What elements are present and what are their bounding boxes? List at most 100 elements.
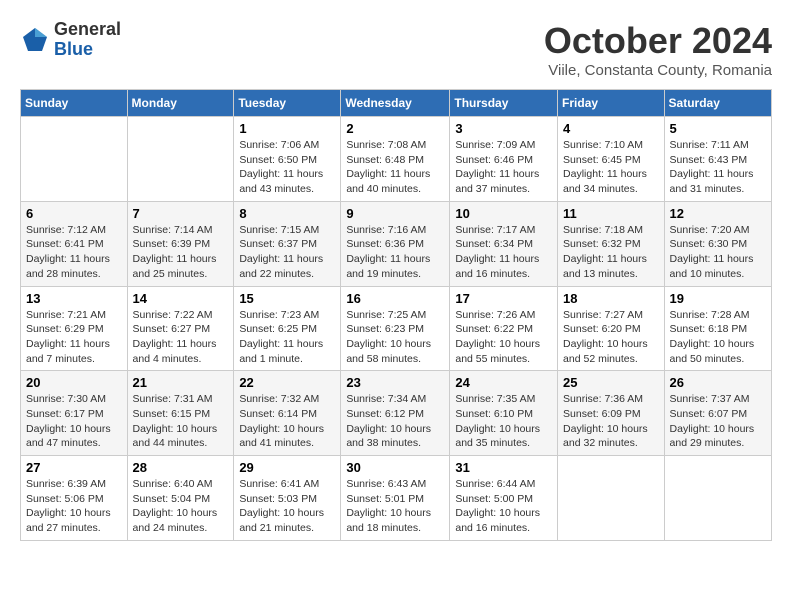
day-info: Sunrise: 6:43 AM Sunset: 5:01 PM Dayligh… <box>346 477 444 536</box>
day-info: Sunrise: 7:14 AM Sunset: 6:39 PM Dayligh… <box>133 223 229 282</box>
calendar-table: Sunday Monday Tuesday Wednesday Thursday… <box>20 89 772 541</box>
day-number: 17 <box>455 291 552 306</box>
table-row: 7 Sunrise: 7:14 AM Sunset: 6:39 PM Daylig… <box>127 201 234 286</box>
day-info: Sunrise: 7:10 AM Sunset: 6:45 PM Dayligh… <box>563 138 659 197</box>
day-info: Sunrise: 7:36 AM Sunset: 6:09 PM Dayligh… <box>563 392 659 451</box>
calendar-week-row: 27 Sunrise: 6:39 AM Sunset: 5:06 PM Dayli… <box>21 456 772 541</box>
table-row: 19 Sunrise: 7:28 AM Sunset: 6:18 PM Dayli… <box>664 286 771 371</box>
day-number: 26 <box>670 375 766 390</box>
day-info: Sunrise: 7:22 AM Sunset: 6:27 PM Dayligh… <box>133 308 229 367</box>
table-row: 16Sunrise: 7:25 AM Sunset: 6:23 PM Dayli… <box>341 286 450 371</box>
day-info: Sunrise: 7:23 AM Sunset: 6:25 PM Dayligh… <box>239 308 335 367</box>
day-info: Sunrise: 7:17 AM Sunset: 6:34 PM Dayligh… <box>455 223 552 282</box>
table-row: 5Sunrise: 7:11 AM Sunset: 6:43 PM Daylig… <box>664 117 771 202</box>
day-info: Sunrise: 7:20 AM Sunset: 6:30 PM Dayligh… <box>670 223 766 282</box>
table-row <box>558 456 665 541</box>
day-number: 1 <box>239 121 335 136</box>
day-info: Sunrise: 7:31 AM Sunset: 6:15 PM Dayligh… <box>133 392 229 451</box>
day-number: 12 <box>670 206 766 221</box>
table-row: 23 Sunrise: 7:34 AM Sunset: 6:12 PM Dayli… <box>341 371 450 456</box>
day-info: Sunrise: 7:12 AM Sunset: 6:41 PM Dayligh… <box>26 223 122 282</box>
day-info: Sunrise: 7:09 AM Sunset: 6:46 PM Dayligh… <box>455 138 552 197</box>
table-row: 25 Sunrise: 7:36 AM Sunset: 6:09 PM Dayli… <box>558 371 665 456</box>
table-row: 24 Sunrise: 7:35 AM Sunset: 6:10 PM Dayli… <box>450 371 558 456</box>
table-row: 3Sunrise: 7:09 AM Sunset: 6:46 PM Daylig… <box>450 117 558 202</box>
day-info: Sunrise: 7:18 AM Sunset: 6:32 PM Dayligh… <box>563 223 659 282</box>
day-info: Sunrise: 7:16 AM Sunset: 6:36 PM Dayligh… <box>346 223 444 282</box>
calendar-week-row: 6 Sunrise: 7:12 AM Sunset: 6:41 PM Daylig… <box>21 201 772 286</box>
table-row: 4 Sunrise: 7:10 AM Sunset: 6:45 PM Daylig… <box>558 117 665 202</box>
table-row: 11 Sunrise: 7:18 AM Sunset: 6:32 PM Dayli… <box>558 201 665 286</box>
calendar-week-row: 13Sunrise: 7:21 AM Sunset: 6:29 PM Dayli… <box>21 286 772 371</box>
day-number: 28 <box>133 460 229 475</box>
day-info: Sunrise: 7:27 AM Sunset: 6:20 PM Dayligh… <box>563 308 659 367</box>
day-number: 10 <box>455 206 552 221</box>
table-row: 9 Sunrise: 7:16 AM Sunset: 6:36 PM Daylig… <box>341 201 450 286</box>
day-number: 4 <box>563 121 659 136</box>
table-row <box>21 117 128 202</box>
day-info: Sunrise: 7:21 AM Sunset: 6:29 PM Dayligh… <box>26 308 122 367</box>
logo-general: General <box>54 20 121 40</box>
logo-icon <box>20 25 50 55</box>
table-row: 15 Sunrise: 7:23 AM Sunset: 6:25 PM Dayli… <box>234 286 341 371</box>
day-info: Sunrise: 7:37 AM Sunset: 6:07 PM Dayligh… <box>670 392 766 451</box>
table-row: 26 Sunrise: 7:37 AM Sunset: 6:07 PM Dayli… <box>664 371 771 456</box>
day-info: Sunrise: 7:06 AM Sunset: 6:50 PM Dayligh… <box>239 138 335 197</box>
header-monday: Monday <box>127 90 234 117</box>
day-number: 16 <box>346 291 444 306</box>
calendar-week-row: 1 Sunrise: 7:06 AM Sunset: 6:50 PM Daylig… <box>21 117 772 202</box>
calendar-header-row: Sunday Monday Tuesday Wednesday Thursday… <box>21 90 772 117</box>
day-info: Sunrise: 6:39 AM Sunset: 5:06 PM Dayligh… <box>26 477 122 536</box>
header-wednesday: Wednesday <box>341 90 450 117</box>
day-number: 5 <box>670 121 766 136</box>
table-row: 1 Sunrise: 7:06 AM Sunset: 6:50 PM Daylig… <box>234 117 341 202</box>
day-number: 9 <box>346 206 444 221</box>
header-sunday: Sunday <box>21 90 128 117</box>
table-row: 10 Sunrise: 7:17 AM Sunset: 6:34 PM Dayli… <box>450 201 558 286</box>
header-friday: Friday <box>558 90 665 117</box>
day-info: Sunrise: 7:34 AM Sunset: 6:12 PM Dayligh… <box>346 392 444 451</box>
day-number: 7 <box>133 206 229 221</box>
table-row: 6 Sunrise: 7:12 AM Sunset: 6:41 PM Daylig… <box>21 201 128 286</box>
table-row: 28Sunrise: 6:40 AM Sunset: 5:04 PM Dayli… <box>127 456 234 541</box>
table-row: 21 Sunrise: 7:31 AM Sunset: 6:15 PM Dayli… <box>127 371 234 456</box>
day-number: 15 <box>239 291 335 306</box>
table-row: 2Sunrise: 7:08 AM Sunset: 6:48 PM Daylig… <box>341 117 450 202</box>
table-row: 8Sunrise: 7:15 AM Sunset: 6:37 PM Daylig… <box>234 201 341 286</box>
day-info: Sunrise: 7:35 AM Sunset: 6:10 PM Dayligh… <box>455 392 552 451</box>
table-row: 31 Sunrise: 6:44 AM Sunset: 5:00 PM Dayli… <box>450 456 558 541</box>
day-number: 23 <box>346 375 444 390</box>
day-number: 14 <box>133 291 229 306</box>
day-number: 24 <box>455 375 552 390</box>
title-section: October 2024 Viile, Constanta County, Ro… <box>544 20 772 79</box>
day-number: 22 <box>239 375 335 390</box>
table-row: 14 Sunrise: 7:22 AM Sunset: 6:27 PM Dayli… <box>127 286 234 371</box>
day-info: Sunrise: 7:28 AM Sunset: 6:18 PM Dayligh… <box>670 308 766 367</box>
day-info: Sunrise: 6:44 AM Sunset: 5:00 PM Dayligh… <box>455 477 552 536</box>
location-subtitle: Viile, Constanta County, Romania <box>544 62 772 79</box>
day-number: 19 <box>670 291 766 306</box>
logo-text: General Blue <box>54 20 121 60</box>
table-row: 12 Sunrise: 7:20 AM Sunset: 6:30 PM Dayli… <box>664 201 771 286</box>
day-number: 25 <box>563 375 659 390</box>
day-number: 30 <box>346 460 444 475</box>
day-number: 2 <box>346 121 444 136</box>
header-thursday: Thursday <box>450 90 558 117</box>
table-row: 22Sunrise: 7:32 AM Sunset: 6:14 PM Dayli… <box>234 371 341 456</box>
day-number: 31 <box>455 460 552 475</box>
calendar-week-row: 20Sunrise: 7:30 AM Sunset: 6:17 PM Dayli… <box>21 371 772 456</box>
day-number: 8 <box>239 206 335 221</box>
day-number: 6 <box>26 206 122 221</box>
day-info: Sunrise: 7:30 AM Sunset: 6:17 PM Dayligh… <box>26 392 122 451</box>
day-number: 27 <box>26 460 122 475</box>
day-number: 29 <box>239 460 335 475</box>
logo: General Blue <box>20 20 121 60</box>
page-header: General Blue October 2024 Viile, Constan… <box>20 20 772 79</box>
month-title: October 2024 <box>544 20 772 62</box>
day-number: 11 <box>563 206 659 221</box>
table-row: 13Sunrise: 7:21 AM Sunset: 6:29 PM Dayli… <box>21 286 128 371</box>
logo-blue: Blue <box>54 40 121 60</box>
table-row <box>127 117 234 202</box>
table-row: 18Sunrise: 7:27 AM Sunset: 6:20 PM Dayli… <box>558 286 665 371</box>
day-number: 21 <box>133 375 229 390</box>
